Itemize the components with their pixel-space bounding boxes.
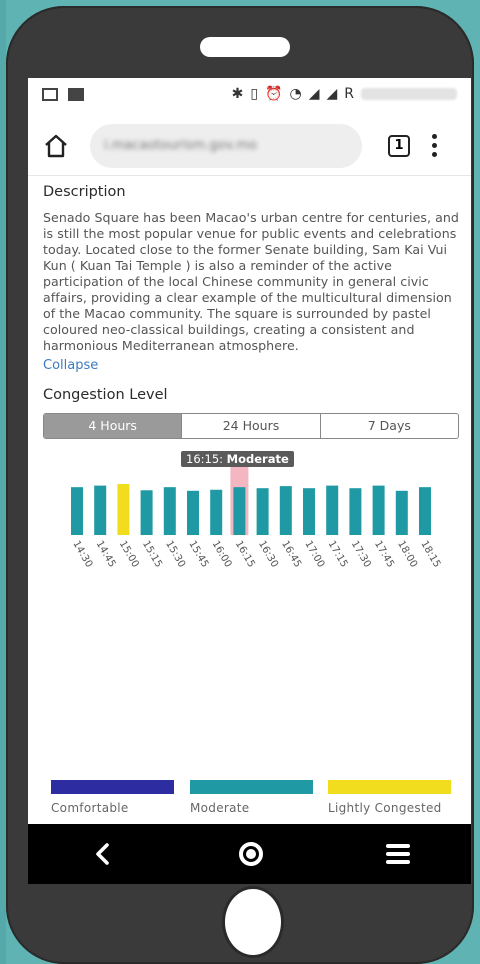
android-nav-bar bbox=[28, 824, 471, 884]
x-tick-label: 15:15 bbox=[140, 539, 164, 569]
address-bar[interactable]: i.macaotourism.gov.mo bbox=[90, 123, 362, 168]
x-tick-label: 15:30 bbox=[163, 539, 187, 569]
chart-tooltip: 16:15: Moderate bbox=[181, 451, 294, 467]
tooltip-level: Moderate bbox=[226, 452, 289, 466]
phone-home-button[interactable] bbox=[222, 886, 284, 958]
recent-apps-icon[interactable] bbox=[385, 844, 410, 864]
chart-bar[interactable] bbox=[71, 487, 83, 535]
chart-bar[interactable] bbox=[326, 485, 339, 535]
browser-toolbar: i.macaotourism.gov.mo 1 bbox=[28, 116, 471, 176]
image-icon bbox=[68, 87, 84, 101]
chart-bar[interactable] bbox=[187, 490, 199, 535]
x-tick-label: 17:30 bbox=[349, 539, 373, 569]
tab-4-hours[interactable]: 4 Hours bbox=[44, 414, 182, 438]
overflow-menu-icon[interactable] bbox=[432, 134, 438, 157]
signal-icon: ◢ bbox=[308, 86, 320, 102]
chart-bar[interactable] bbox=[140, 490, 153, 535]
legend-swatch bbox=[51, 780, 174, 794]
chart-bar[interactable] bbox=[419, 487, 431, 535]
home-icon[interactable] bbox=[42, 132, 70, 160]
chart-bar[interactable] bbox=[349, 488, 362, 535]
legend-swatch bbox=[190, 780, 313, 794]
bluetooth-icon: ✱ bbox=[231, 86, 244, 102]
congestion-title: Congestion Level bbox=[43, 387, 168, 403]
legend-item: Moderate bbox=[190, 780, 313, 816]
legend-label: Lightly Congested bbox=[328, 801, 442, 815]
chart-bar[interactable] bbox=[117, 484, 130, 535]
chart-bar[interactable] bbox=[372, 485, 385, 535]
chart-bar[interactable] bbox=[303, 488, 315, 535]
legend-swatch bbox=[328, 780, 451, 794]
x-tick-label: 14:45 bbox=[94, 539, 118, 569]
signal-icon: ◢ bbox=[326, 86, 338, 102]
x-tick-label: 15:45 bbox=[186, 539, 210, 569]
congestion-bar-chart: 14:30 14:45 15:00 15:15 15:30 15:45 16:00 16:15… bbox=[70, 467, 442, 569]
chart-bar[interactable] bbox=[210, 489, 223, 535]
tab-7-days[interactable]: 7 Days bbox=[319, 414, 458, 438]
x-tick-label: 16:00 bbox=[210, 539, 234, 569]
wifi-icon: ◔ bbox=[289, 86, 302, 102]
congestion-chart: 14:30 14:45 15:00 15:15 15:30 15:45 16:00 16:15… bbox=[43, 447, 459, 602]
alarm-icon: ⏰ bbox=[265, 86, 283, 102]
description-text: Senado Square has been Macao's urban cen… bbox=[43, 210, 459, 353]
x-tick-label: 14:30 bbox=[70, 539, 94, 569]
legend-label: Moderate bbox=[190, 801, 250, 815]
back-icon[interactable] bbox=[90, 841, 116, 867]
legend-item: Lightly Congested bbox=[328, 780, 451, 816]
chart-bar[interactable] bbox=[94, 485, 107, 535]
chart-bar[interactable] bbox=[256, 488, 269, 535]
chart-bar[interactable] bbox=[163, 487, 176, 535]
x-tick-label: 18:00 bbox=[395, 539, 419, 569]
x-tick-label: 18:15 bbox=[418, 539, 442, 569]
status-bar: ✱ ▯ ⏰ ◔ ◢ ◢ R bbox=[28, 78, 471, 110]
roaming-indicator: R bbox=[344, 86, 354, 102]
legend-label: Comfortable bbox=[51, 801, 129, 815]
phone-speaker bbox=[200, 37, 290, 57]
x-tick-label: 15:00 bbox=[117, 539, 141, 569]
time-range-tabs: 4 Hours 24 Hours 7 Days bbox=[43, 413, 459, 439]
tooltip-time: 16:15: bbox=[186, 452, 224, 466]
x-tick-label: 17:15 bbox=[326, 539, 350, 569]
vibrate-icon: ▯ bbox=[250, 86, 259, 102]
mail-icon bbox=[42, 87, 58, 101]
url-text: i.macaotourism.gov.mo bbox=[104, 138, 257, 153]
x-tick-label: 16:45 bbox=[279, 539, 303, 569]
chart-bar[interactable] bbox=[395, 490, 408, 535]
phone-screen: ✱ ▯ ⏰ ◔ ◢ ◢ R i.macaotourism.gov.mo 1 De… bbox=[28, 78, 471, 884]
description-title: Description bbox=[43, 184, 126, 200]
x-tick-label: 17:45 bbox=[372, 539, 396, 569]
tab-24-hours[interactable]: 24 Hours bbox=[181, 414, 319, 438]
chart-bar[interactable] bbox=[233, 487, 246, 535]
phone-frame: ✱ ▯ ⏰ ◔ ◢ ◢ R i.macaotourism.gov.mo 1 De… bbox=[6, 6, 474, 964]
page-content: Description Senado Square has been Macao… bbox=[43, 180, 459, 602]
chart-bar[interactable] bbox=[279, 486, 292, 535]
x-tick-label: 16:15 bbox=[233, 539, 257, 569]
blurred-status bbox=[361, 88, 457, 100]
x-tick-label: 16:30 bbox=[256, 539, 280, 569]
x-tick-label: 17:00 bbox=[302, 539, 326, 569]
home-nav-icon[interactable] bbox=[238, 842, 263, 866]
collapse-link[interactable]: Collapse bbox=[43, 358, 459, 376]
legend-item: Comfortable bbox=[51, 780, 174, 816]
tab-switcher-button[interactable]: 1 bbox=[388, 134, 410, 157]
